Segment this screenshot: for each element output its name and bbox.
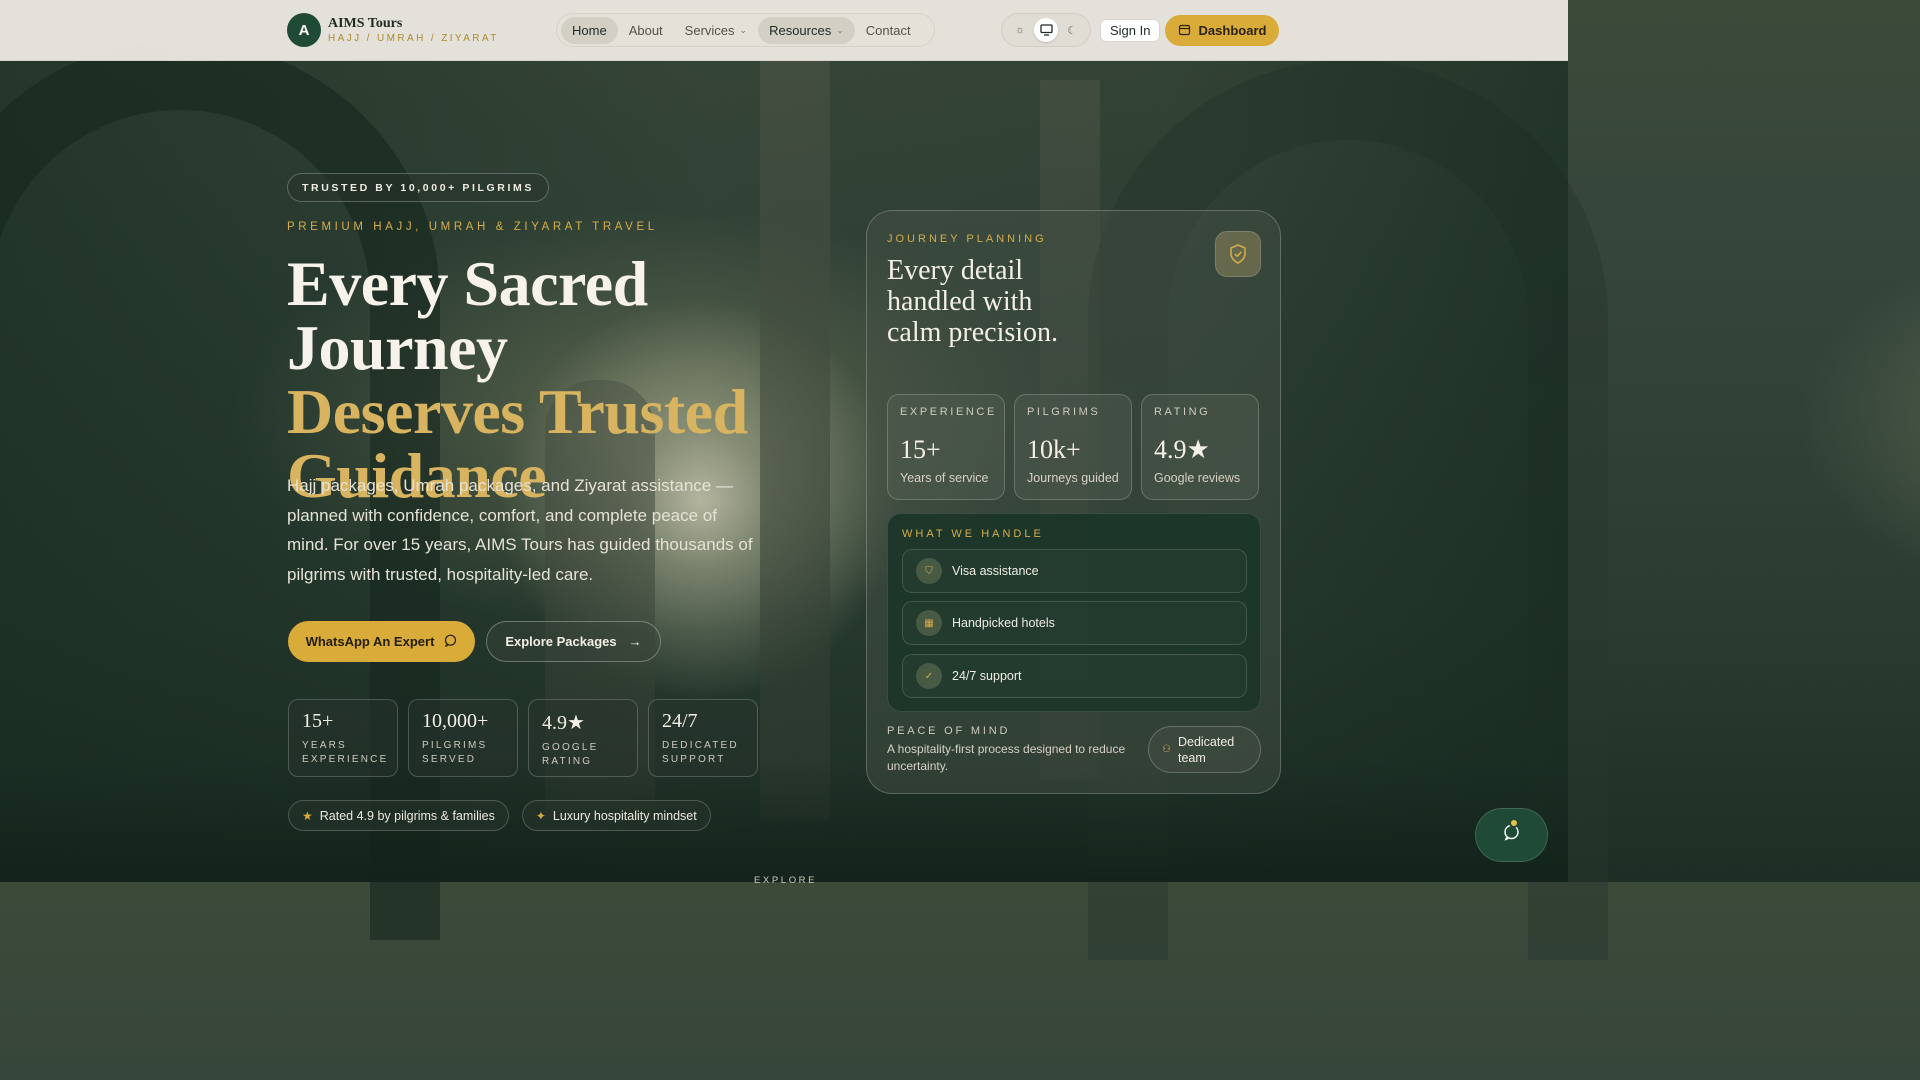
hero-stats: 15+ YEARS EXPERIENCE 10,000+ PILGRIMS SE… [288,699,758,777]
hero-chips: ★ Rated 4.9 by pilgrims & families ✦ Lux… [288,800,711,831]
card-stat: EXPERIENCE 15+ Years of service [887,394,1005,500]
chat-bubble-icon [444,634,457,650]
stat-value: 15+ [302,710,334,732]
stat-value: 4.9★ [542,712,585,734]
star-icon: ★ [302,808,313,823]
dashboard-button[interactable]: Dashboard [1165,15,1279,46]
peace-text: A hospitality-first process designed to … [887,742,1126,773]
stat-card: 4.9★ GOOGLE RATING [528,699,638,777]
card-stat-sub: Google reviews [1154,471,1241,485]
handle-item-hotels: ▦ Handpicked hotels [902,601,1247,645]
stat-card: 10,000+ PILGRIMS SERVED [408,699,518,777]
stat-label: DEDICATED SUPPORT [662,740,739,765]
card-stat-key: EXPERIENCE [900,406,997,418]
handle-title: WHAT WE HANDLE [902,528,1044,540]
explore-packages-button[interactable]: Explore Packages → [486,621,661,662]
stat-label: YEARS EXPERIENCE [302,740,389,765]
trust-badge: TRUSTED BY 10,000+ PILGRIMS [287,173,549,202]
hero-kicker: PREMIUM HAJJ, UMRAH & ZIYARAT TRAVEL [287,221,658,233]
rating-chip: ★ Rated 4.9 by pilgrims & families [288,800,509,831]
nav-services[interactable]: Services ⌄ [674,17,758,44]
card-stat-sub: Journeys guided [1027,471,1119,485]
nav-about[interactable]: About [618,17,674,44]
dedicated-team-badge: ⚇ Dedicated team [1148,726,1261,773]
stat-label: GOOGLE RATING [542,742,599,767]
what-we-handle-panel: WHAT WE HANDLE ⛉ Visa assistance ▦ Handp… [887,513,1261,712]
card-stat-value: 4.9★ [1154,435,1210,464]
handle-item-support: ✓ 24/7 support [902,654,1247,698]
sign-in-button[interactable]: Sign In [1100,19,1161,42]
site-header: A AIMS Tours HAJJ / UMRAH / ZIYARAT Home… [0,0,1568,61]
notification-dot [1509,818,1519,828]
check-circle-icon: ✓ [916,663,942,689]
stat-label: PILGRIMS SERVED [422,740,488,765]
theme-switcher: ☼ ☾ [1001,13,1091,47]
stat-value: 10,000+ [422,710,489,732]
monitor-icon[interactable] [1034,18,1058,42]
users-icon: ⚇ [1162,744,1171,755]
brand-logo: A [287,13,321,47]
brand-name: AIMS Tours [328,16,403,31]
card-stat-value: 15+ [900,435,941,464]
card-kicker: JOURNEY PLANNING [887,233,1047,245]
hero-title-line1: Every Sacred Journey [287,248,648,383]
arrow-right-icon: → [628,634,642,649]
card-stat: PILGRIMS 10k+ Journeys guided [1014,394,1132,500]
chat-widget-button[interactable] [1475,808,1548,862]
card-title: Every detail handled with calm precision… [887,255,1059,348]
background-floor [0,762,1568,882]
stat-card: 24/7 DEDICATED SUPPORT [648,699,758,777]
sun-icon[interactable]: ☼ [1008,18,1032,42]
nav-resources[interactable]: Resources ⌄ [758,16,855,44]
brand-tagline: HAJJ / UMRAH / ZIYARAT [328,33,499,44]
whatsapp-expert-button[interactable]: WhatsApp An Expert [288,621,475,662]
calendar-icon [1178,23,1191,39]
stat-card: 15+ YEARS EXPERIENCE [288,699,398,777]
card-stats: EXPERIENCE 15+ Years of service PILGRIMS… [887,394,1259,500]
nav-contact[interactable]: Contact [855,17,922,44]
card-stat: RATING 4.9★ Google reviews [1141,394,1259,500]
hospitality-chip: ✦ Luxury hospitality mindset [521,800,711,831]
card-stat-sub: Years of service [900,471,989,485]
brand-link[interactable]: A AIMS Tours HAJJ / UMRAH / ZIYARAT [287,13,499,47]
sparkle-icon: ✦ [535,808,546,823]
card-stat-key: PILGRIMS [1027,406,1101,418]
hero-title: Every Sacred Journey Deserves Trusted Gu… [287,252,847,508]
building-icon: ▦ [916,610,942,636]
chevron-down-icon: ⌄ [836,24,844,35]
shield-icon: ⛉ [916,558,942,584]
explore-scroll-hint[interactable]: EXPLORE [754,875,817,886]
card-stat-key: RATING [1154,406,1211,418]
moon-icon[interactable]: ☾ [1060,18,1084,42]
shield-icon [1215,231,1261,277]
peace-title: PEACE OF MIND [887,725,1011,737]
journey-planning-card: JOURNEY PLANNING Every detail handled wi… [866,210,1281,794]
handle-item-visa: ⛉ Visa assistance [902,549,1247,593]
stat-value: 24/7 [662,710,698,732]
main-nav: Home About Services ⌄ Resources ⌄ Contact [556,13,935,47]
nav-home[interactable]: Home [561,16,618,44]
chevron-down-icon: ⌄ [739,24,748,35]
card-stat-value: 10k+ [1027,435,1081,464]
hero-lead: Hajj packages, Umrah packages, and Ziyar… [287,476,753,584]
